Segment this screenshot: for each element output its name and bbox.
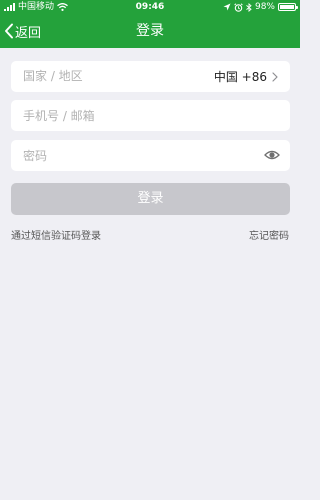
battery-fill xyxy=(280,5,294,9)
back-button[interactable]: 返回 xyxy=(4,20,41,42)
sms-login-link[interactable]: 通过短信验证码登录 xyxy=(11,227,101,242)
chevron-left-icon xyxy=(5,23,13,39)
password-input[interactable] xyxy=(23,140,243,171)
region-selector[interactable]: 国家 / 地区 中国 +86 xyxy=(11,61,290,92)
login-button[interactable]: 登录 xyxy=(11,183,290,215)
page-title: 登录 xyxy=(136,23,164,39)
account-input[interactable] xyxy=(23,100,243,131)
battery-icon xyxy=(278,3,298,11)
status-bar: 中国移动 09:46 98% xyxy=(0,0,300,14)
account-field xyxy=(11,100,290,131)
location-icon xyxy=(223,3,231,11)
alarm-icon xyxy=(234,2,243,12)
top-bar: 中国移动 09:46 98% 返回 登录 xyxy=(0,0,300,48)
battery-percent: 98% xyxy=(254,2,275,12)
chevron-right-icon xyxy=(272,71,278,82)
password-field xyxy=(11,140,290,171)
region-value-group: 中国 +86 xyxy=(214,61,278,92)
forgot-password-link[interactable]: 忘记密码 xyxy=(249,227,289,242)
eye-icon[interactable] xyxy=(264,148,280,162)
bluetooth-icon xyxy=(246,2,252,12)
region-label: 国家 / 地区 xyxy=(23,69,83,83)
status-right: 98% xyxy=(223,0,298,14)
region-value: 中国 +86 xyxy=(213,70,267,84)
back-label: 返回 xyxy=(15,25,42,41)
